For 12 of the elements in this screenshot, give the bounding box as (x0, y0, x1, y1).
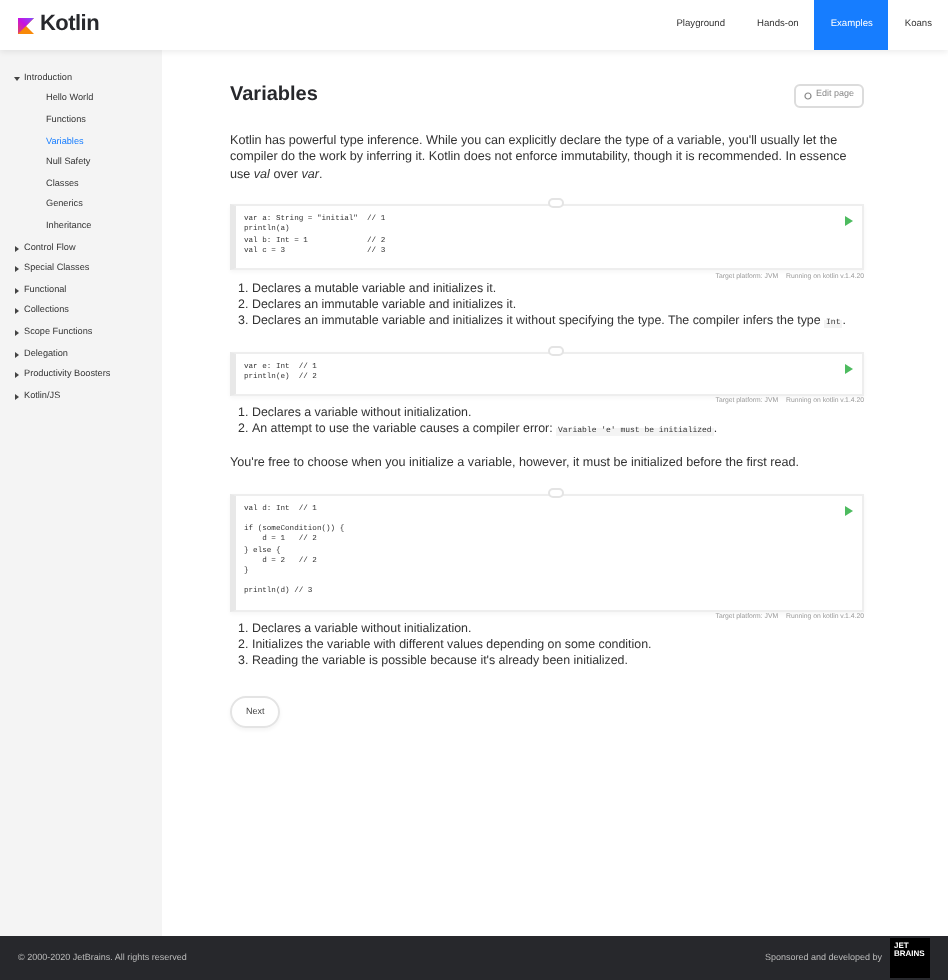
collapse-arrow-icon[interactable] (14, 75, 20, 82)
expand-arrow-icon[interactable] (14, 308, 20, 315)
logo-text: Kotlin (40, 10, 100, 41)
expand-arrow-icon[interactable] (14, 393, 20, 400)
expand-arrow-icon[interactable] (14, 266, 20, 273)
expand-arrow-icon[interactable] (14, 245, 20, 252)
expand-arrow-icon[interactable] (14, 351, 20, 358)
expand-arrow-icon[interactable] (14, 329, 20, 336)
expand-arrow-icon[interactable] (14, 287, 20, 294)
expand-arrow-icon[interactable] (14, 372, 20, 379)
logo-icon (18, 17, 34, 33)
page-title: Variables (230, 82, 318, 110)
